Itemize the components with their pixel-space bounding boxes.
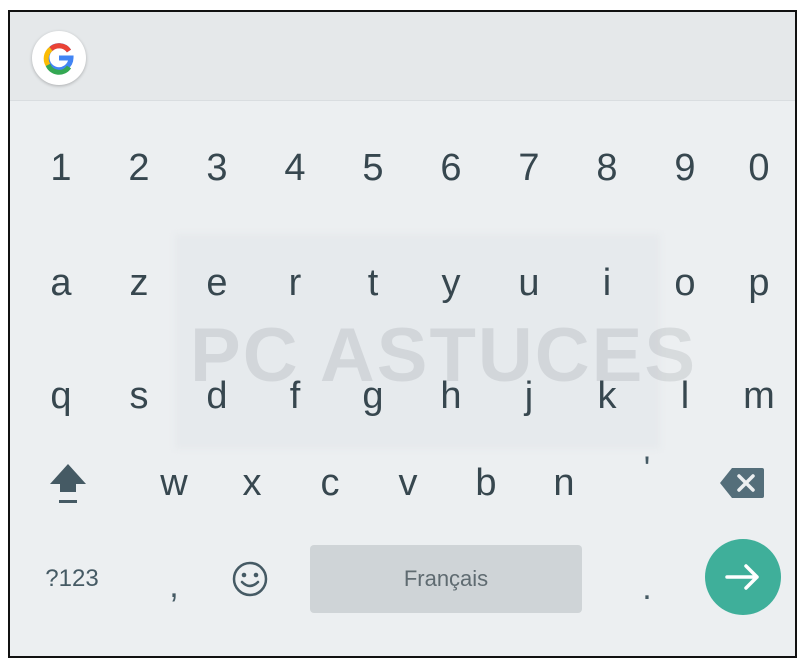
key-a[interactable]: a — [32, 244, 90, 322]
period-key[interactable]: . — [618, 540, 676, 618]
key-o[interactable]: o — [656, 244, 714, 322]
suggestion-bar — [10, 12, 795, 101]
emoji-key[interactable] — [220, 540, 280, 618]
key-n[interactable]: n — [535, 444, 593, 522]
shift-icon — [50, 464, 86, 503]
key-7[interactable]: 7 — [500, 129, 558, 207]
letter-row-3: w x c v b n ' — [10, 444, 795, 522]
key-d[interactable]: d — [188, 357, 246, 435]
space-bar[interactable]: Français — [310, 545, 582, 613]
key-3[interactable]: 3 — [188, 129, 246, 207]
key-f[interactable]: f — [266, 357, 324, 435]
symbols-key[interactable]: ?123 — [32, 540, 112, 618]
key-s[interactable]: s — [110, 357, 168, 435]
number-row: 1 2 3 4 5 6 7 8 9 0 — [10, 129, 795, 207]
key-b[interactable]: b — [457, 444, 515, 522]
backspace-icon — [720, 468, 764, 498]
key-5[interactable]: 5 — [344, 129, 402, 207]
comma-key[interactable]: , — [145, 540, 203, 618]
google-search-button[interactable] — [32, 31, 86, 85]
enter-button[interactable] — [705, 539, 781, 615]
emoji-icon — [232, 561, 268, 597]
space-bar-language-label: Français — [403, 566, 489, 591]
keyboard-frame: PC ASTUCES 1 2 3 4 5 6 7 8 9 0 a z e r t… — [8, 10, 797, 658]
key-v[interactable]: v — [379, 444, 437, 522]
key-x[interactable]: x — [223, 444, 281, 522]
key-4[interactable]: 4 — [266, 129, 324, 207]
key-8[interactable]: 8 — [578, 129, 636, 207]
shift-key[interactable] — [40, 444, 96, 522]
key-k[interactable]: k — [578, 357, 636, 435]
key-u[interactable]: u — [500, 244, 558, 322]
letter-row-2: q s d f g h j k l m — [10, 357, 795, 435]
key-w[interactable]: w — [145, 444, 203, 522]
key-g[interactable]: g — [344, 357, 402, 435]
key-q[interactable]: q — [32, 357, 90, 435]
key-e[interactable]: e — [188, 244, 246, 322]
backspace-key[interactable] — [710, 444, 774, 522]
key-l[interactable]: l — [656, 357, 714, 435]
key-9[interactable]: 9 — [656, 129, 714, 207]
key-0[interactable]: 0 — [730, 129, 788, 207]
key-h[interactable]: h — [422, 357, 480, 435]
google-g-icon — [43, 43, 74, 75]
key-r[interactable]: r — [266, 244, 324, 322]
key-1[interactable]: 1 — [32, 129, 90, 207]
key-y[interactable]: y — [422, 244, 480, 322]
key-i[interactable]: i — [578, 244, 636, 322]
key-2[interactable]: 2 — [110, 129, 168, 207]
key-m[interactable]: m — [730, 357, 788, 435]
key-j[interactable]: j — [500, 357, 558, 435]
key-z[interactable]: z — [110, 244, 168, 322]
letter-row-1: a z e r t y u i o p — [10, 244, 795, 322]
key-p[interactable]: p — [730, 244, 788, 322]
arrow-right-icon — [725, 564, 759, 590]
key-t[interactable]: t — [344, 244, 402, 322]
key-c[interactable]: c — [301, 444, 359, 522]
key-6[interactable]: 6 — [422, 129, 480, 207]
key-apostrophe[interactable]: ' — [618, 444, 676, 522]
